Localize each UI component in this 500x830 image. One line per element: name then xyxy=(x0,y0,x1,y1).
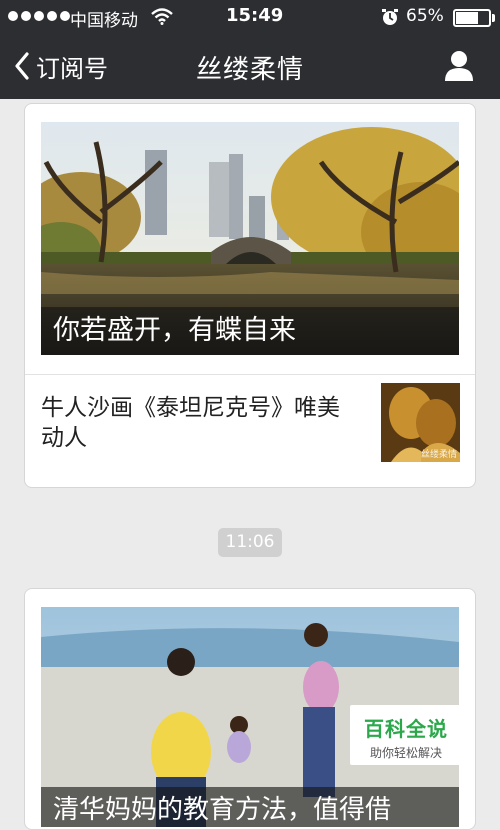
thumbnail-watermark: 丝缕柔情 xyxy=(420,450,457,460)
carrier-name: 中国移动 xyxy=(70,11,138,31)
sub-article-title: 牛人沙画《泰坦尼克号》唯美动人 xyxy=(41,395,340,451)
watermark-title: 百科全说 xyxy=(364,717,448,741)
battery-percentage: 65% xyxy=(406,6,444,26)
article-thumbnail: 丝缕柔情 xyxy=(381,383,460,462)
signal-strength-icon xyxy=(8,11,70,21)
status-bar: 中国移动 15:49 65% xyxy=(0,0,500,33)
wifi-icon xyxy=(151,8,173,25)
article-card: 你若盛开，有蝶自来 牛人沙画《泰坦尼克号》唯美动人 丝缕柔情 xyxy=(24,103,476,488)
article-hero[interactable]: 你若盛开，有蝶自来 xyxy=(41,122,459,355)
profile-button[interactable] xyxy=(442,49,476,83)
hero-caption: 清华妈妈的教育方法，值得借 xyxy=(41,787,459,827)
hero-caption: 你若盛开，有蝶自来 xyxy=(41,307,459,355)
watermark-subtitle: 助你轻松解决 xyxy=(369,746,442,760)
sub-article-row[interactable]: 牛人沙画《泰坦尼克号》唯美动人 丝缕柔情 xyxy=(25,374,475,487)
clock-time: 15:49 xyxy=(226,5,284,26)
site-watermark-badge: 百科全说 助你轻松解决 xyxy=(350,705,462,765)
navigation-bar: 订阅号 丝缕柔情 xyxy=(0,33,500,99)
page-title: 丝缕柔情 xyxy=(195,55,304,85)
battery-icon xyxy=(453,9,495,27)
person-icon xyxy=(445,51,473,81)
alarm-icon xyxy=(382,9,398,25)
message-timestamp: 11:06 xyxy=(218,528,282,557)
